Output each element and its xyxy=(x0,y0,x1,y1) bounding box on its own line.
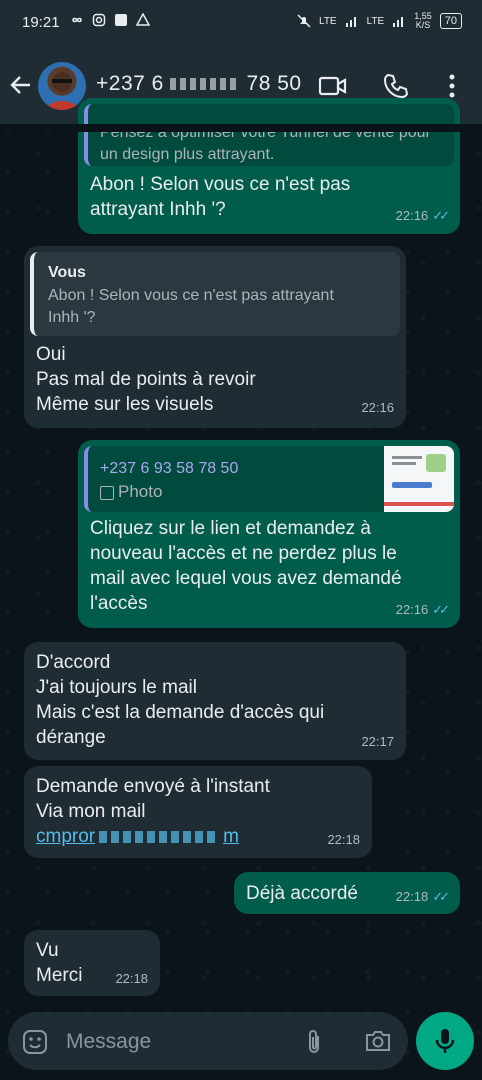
camera-icon[interactable] xyxy=(364,1028,392,1054)
message-time: 22:18 xyxy=(395,889,429,904)
message-text: Demande envoyé à l'instant Via mon mail … xyxy=(36,776,270,849)
message-meta: 22:18 ✓✓ xyxy=(395,884,450,909)
message-text: Vu Merci xyxy=(36,940,83,986)
network-type-1: LTE xyxy=(319,15,337,27)
read-ticks-icon: ✓✓ xyxy=(432,602,450,617)
microphone-icon xyxy=(435,1029,455,1053)
message-meta: 22:16 ✓✓ xyxy=(395,597,450,622)
read-ticks-icon: ✓✓ xyxy=(432,889,450,904)
read-ticks-icon: ✓✓ xyxy=(432,208,450,223)
message-input[interactable]: Message xyxy=(66,1030,151,1054)
message-composer: Message xyxy=(8,1012,408,1070)
message-time: 22:16 xyxy=(361,400,394,415)
message-text: D'accord J'ai toujours le mail Mais c'es… xyxy=(36,652,325,748)
message-text: Cliquez sur le lien et demandez à nouvea… xyxy=(90,518,402,614)
back-arrow-icon[interactable] xyxy=(8,72,34,98)
message-outgoing-2[interactable]: +237 6 93 58 78 50 Photo Cliquez sur le … xyxy=(78,440,460,628)
message-time: 22:16 xyxy=(395,208,429,223)
header-shadow xyxy=(0,124,482,132)
quoted-text-line1: Abon ! Selon vous ce n'est pas attrayant xyxy=(48,287,334,304)
redacted-number xyxy=(170,78,241,91)
triangle-app-icon xyxy=(136,13,150,26)
mute-icon xyxy=(297,14,311,28)
quoted-sender: Vous xyxy=(48,264,86,281)
message-text: Abon ! Selon vous ce n'est pas attrayant… xyxy=(90,174,351,220)
app-notification-icon xyxy=(115,14,127,26)
attach-icon[interactable] xyxy=(304,1028,324,1056)
signal-icon xyxy=(345,17,356,27)
email-link[interactable]: cmpror m xyxy=(36,824,270,849)
instagram-icon xyxy=(92,13,106,27)
message-incoming-4[interactable]: Vu Merci 22:18 xyxy=(24,930,160,996)
voice-call-icon[interactable] xyxy=(382,72,410,100)
voice-message-button[interactable] xyxy=(416,1012,474,1070)
redacted-email xyxy=(99,830,220,843)
message-time: 22:17 xyxy=(361,734,394,749)
status-time: 19:21 xyxy=(22,14,60,31)
sticker-icon[interactable] xyxy=(22,1029,48,1055)
video-call-icon[interactable] xyxy=(318,72,348,100)
quoted-message[interactable]: Vous Abon ! Selon vous ce n'est pas attr… xyxy=(30,252,400,336)
quoted-text-line2: Inhh '? xyxy=(48,309,96,326)
contact-name[interactable]: +237 6 78 50 xyxy=(96,72,302,96)
quoted-message[interactable]: Pensez à optimiser votre Tunnel de vente… xyxy=(84,104,454,166)
message-incoming-2[interactable]: D'accord J'ai toujours le mail Mais c'es… xyxy=(24,642,406,760)
photo-thumbnail[interactable] xyxy=(384,446,454,512)
status-bar: 19:21 LTE LTE 1,55 K/S 70 xyxy=(0,0,482,48)
signal-icon-2 xyxy=(393,17,404,27)
infinity-icon xyxy=(72,17,82,23)
network-type-2: LTE xyxy=(366,15,385,27)
message-meta: 22:16 ✓✓ xyxy=(395,203,450,228)
message-outgoing-3[interactable]: Déjà accordé 22:18 ✓✓ xyxy=(234,872,460,914)
image-icon xyxy=(100,485,114,500)
contact-avatar[interactable] xyxy=(38,62,86,110)
message-outgoing-1[interactable]: Pensez à optimiser votre Tunnel de vente… xyxy=(78,98,460,234)
message-time: 22:18 xyxy=(327,832,360,847)
message-time: 22:18 xyxy=(115,971,148,986)
more-options-icon[interactable] xyxy=(446,72,458,100)
message-text: Déjà accordé xyxy=(246,883,358,904)
message-time: 22:16 xyxy=(395,602,429,617)
battery-indicator: 70 xyxy=(439,13,462,29)
quoted-photo-message[interactable]: +237 6 93 58 78 50 Photo xyxy=(84,446,454,512)
message-incoming-1[interactable]: Vous Abon ! Selon vous ce n'est pas attr… xyxy=(24,246,406,428)
message-incoming-3[interactable]: Demande envoyé à l'instant Via mon mail … xyxy=(24,766,372,858)
network-speed: 1,55 K/S xyxy=(414,11,432,30)
message-text: Oui Pas mal de points à revoir Même sur … xyxy=(36,344,256,415)
